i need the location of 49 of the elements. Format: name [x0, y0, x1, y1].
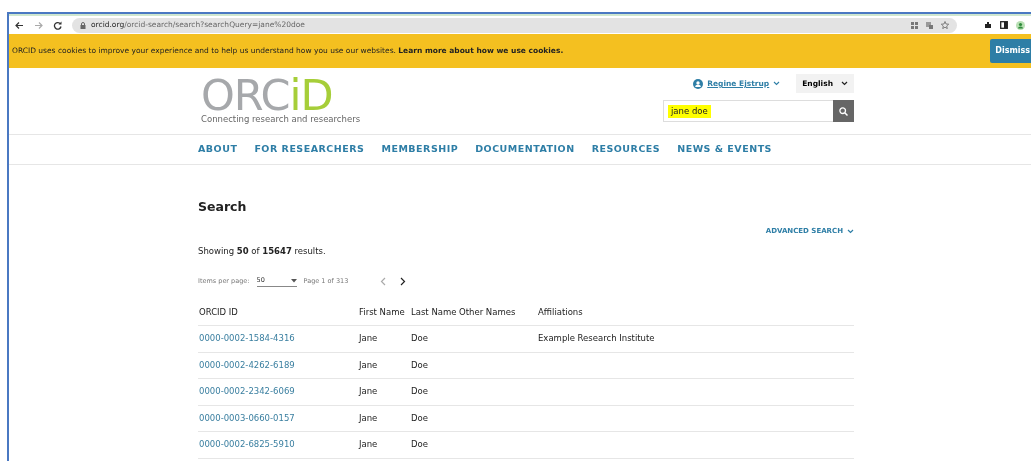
results-summary: Showing 50 of 15647 results.: [198, 245, 327, 258]
table-cell: Jane: [359, 359, 378, 370]
orcid-id-link[interactable]: 0000-0002-4262-6189: [199, 359, 295, 370]
user-icon: [693, 78, 704, 89]
table-cell: Jane: [359, 386, 378, 397]
table-cell: Doe: [411, 412, 428, 423]
nav-link[interactable]: DOCUMENTATION: [475, 142, 575, 157]
nav-link[interactable]: NEWS & EVENTS: [677, 142, 772, 157]
table-cell: Jane: [359, 412, 378, 423]
column-header: First Name: [358, 299, 410, 326]
table-cell: Example Research Institute: [538, 333, 655, 344]
table-cell: Doe: [411, 439, 428, 450]
nav-link[interactable]: RESOURCES: [591, 142, 661, 157]
table-cell: Jane: [359, 333, 378, 344]
orcid-id-link[interactable]: 0000-0002-2342-6069: [199, 386, 295, 397]
qr-code-icon[interactable]: [911, 21, 918, 29]
search-field[interactable]: jane doe: [663, 100, 833, 123]
lock-icon: [80, 21, 86, 29]
chevron-down-icon: [841, 81, 848, 87]
back-icon[interactable]: [15, 20, 24, 30]
page-title: Search: [198, 198, 248, 214]
orcid-id-link[interactable]: 0000-0002-6825-5910: [199, 439, 295, 450]
table-cell: Doe: [411, 386, 428, 397]
translate-icon[interactable]: [926, 21, 933, 29]
nav-link[interactable]: FOR RESEARCHERS: [254, 142, 365, 157]
next-page-icon: [400, 277, 407, 286]
reload-icon[interactable]: [53, 20, 62, 30]
logo-tagline: Connecting research and researchers: [201, 113, 361, 126]
nav-link[interactable]: MEMBERSHIP: [381, 142, 459, 157]
chevron-down-icon: [773, 81, 781, 87]
nav-link[interactable]: ABOUT: [198, 142, 238, 157]
previous-page-icon: [380, 277, 387, 286]
column-header: Other Names: [458, 299, 537, 326]
star-icon[interactable]: [941, 21, 949, 29]
table-cell: Jane: [359, 439, 378, 450]
table-cell: Doe: [411, 359, 428, 370]
profile-avatar-icon[interactable]: [1016, 20, 1025, 30]
orcid-id-link[interactable]: 0000-0003-0660-0157: [199, 412, 295, 423]
orcid-id-link[interactable]: 0000-0002-1584-4316: [199, 333, 295, 344]
dropdown-arrow-icon: [290, 279, 297, 284]
column-header: Affiliations: [537, 299, 854, 326]
column-header: Last Name: [410, 299, 458, 326]
search-icon: [839, 106, 848, 116]
chevron-down-icon: [847, 228, 854, 234]
table-cell: Doe: [411, 333, 428, 344]
search-button[interactable]: [833, 100, 854, 123]
column-header: ORCID ID: [198, 299, 358, 326]
side-panel-icon[interactable]: [1000, 21, 1008, 29]
dismiss-button[interactable]: Dismiss: [990, 39, 1031, 63]
